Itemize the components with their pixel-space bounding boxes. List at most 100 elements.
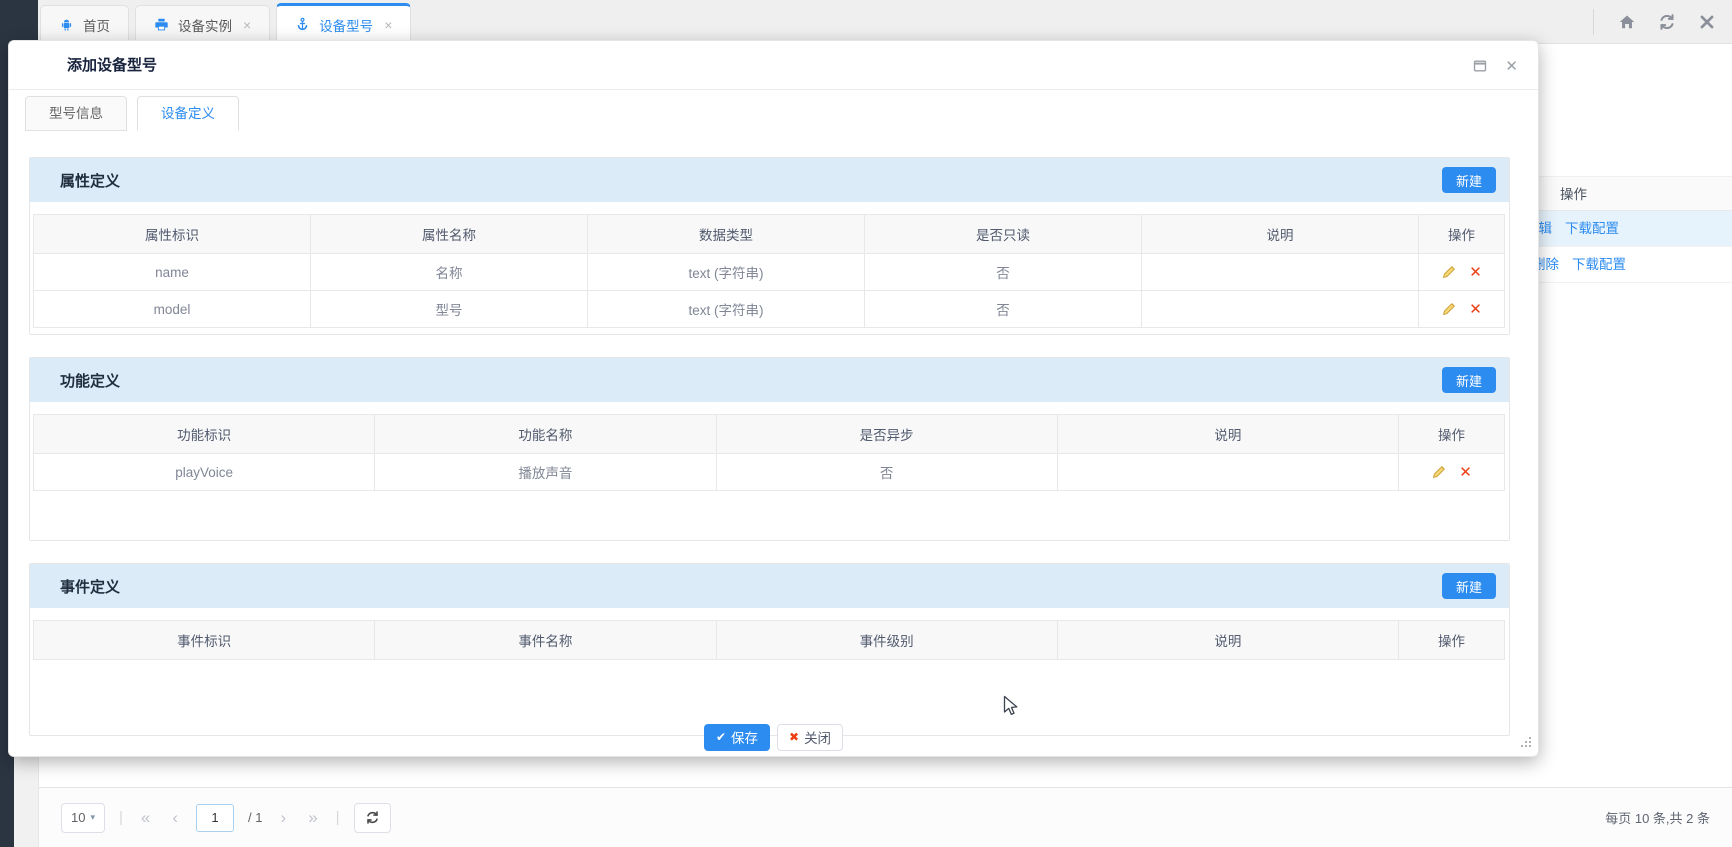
dialog-tab-型号信息[interactable]: 型号信息 <box>25 96 127 131</box>
nav-tab-label: 设备实例 <box>178 18 232 34</box>
maximize-icon[interactable] <box>1473 59 1487 73</box>
column-header: 功能标识 <box>32 414 376 454</box>
table-cell <box>1141 253 1419 291</box>
section-events: 事件定义 新建事件标识 事件名称 事件级别 说明 操作 <box>29 563 1510 736</box>
new-button-events[interactable]: 新建 <box>1442 573 1496 599</box>
table-row: playVoice 播放声音否 ✕ <box>32 453 1505 491</box>
dropdown-arrow-icon: ▾ <box>90 812 95 822</box>
edit-icon[interactable] <box>1441 301 1457 317</box>
first-page-button[interactable]: « <box>137 808 154 828</box>
new-button-attributes[interactable]: 新建 <box>1442 167 1496 193</box>
table-row: name 名称 text (字符串) 否 ✕ <box>33 253 1505 291</box>
ops-link[interactable]: 下载配置 <box>1565 221 1619 236</box>
nav-tab-设备实例[interactable]: 设备实例 × <box>135 5 271 43</box>
sidebar-top-corner <box>0 0 38 44</box>
ops-column-header: 操作 <box>1538 176 1732 211</box>
dialog-footer: ✔ 保存 ✖ 关闭 <box>9 722 1538 752</box>
section-table-wrap: 属性标识 属性名称 数据类型 是否只读 说明 操作 name 名称 text (字符串) 否 ✕ mo… <box>33 214 1505 328</box>
ops-rows: 编辑下载配置编辑删除下载配置 <box>1538 211 1732 283</box>
column-header: 是否只读 <box>864 214 1142 254</box>
resize-handle-icon[interactable] <box>1521 736 1532 751</box>
refresh-icon[interactable] <box>1658 13 1676 31</box>
dialog-body: 属性定义 新建 属性标识 属性名称 数据类型 是否只读 说明 操作 name 名称 text (字符… <box>9 131 1538 736</box>
page-size-value: 10 <box>71 810 86 825</box>
section-header-functions: 功能定义 新建 <box>30 358 1509 402</box>
table-cell: 否 <box>715 453 1058 491</box>
section-table-wrap: 功能标识 功能名称 是否异步 说明 操作 playVoice 播放声音否 ✕ <box>32 414 1505 491</box>
dialog-header: 添加设备型号 ✕ <box>9 41 1538 90</box>
last-page-button[interactable]: » <box>304 808 321 828</box>
section-table-functions: 功能标识 功能名称 是否异步 说明 操作 playVoice 播放声音否 ✕ <box>32 414 1505 491</box>
column-header: 功能名称 <box>374 414 717 454</box>
column-header: 属性名称 <box>310 214 588 254</box>
section-attributes: 属性定义 新建 属性标识 属性名称 数据类型 是否只读 说明 操作 name 名称 text (字符… <box>29 157 1510 335</box>
table-cell: text (字符串) <box>587 253 865 291</box>
save-button[interactable]: ✔ 保存 <box>703 723 770 751</box>
column-header: 事件名称 <box>374 620 717 660</box>
edit-icon[interactable] <box>1431 464 1447 480</box>
table-cell: 否 <box>864 290 1142 328</box>
nav-tab-label: 首页 <box>83 18 110 34</box>
section-table-attributes: 属性标识 属性名称 数据类型 是否只读 说明 操作 name 名称 text (字符串) 否 ✕ mo… <box>33 214 1505 328</box>
column-header: 操作 <box>1418 214 1505 254</box>
column-header: 操作 <box>1398 620 1505 660</box>
close-button[interactable]: ✖ 关闭 <box>777 723 844 751</box>
pagination-separator: | <box>335 809 340 826</box>
refresh-list-button[interactable] <box>353 802 391 833</box>
new-button-functions[interactable]: 新建 <box>1442 367 1496 393</box>
column-header: 事件标识 <box>32 620 376 660</box>
column-header: 数据类型 <box>587 214 865 254</box>
ops-link[interactable]: 编辑 <box>1538 221 1552 236</box>
delete-icon[interactable]: ✕ <box>1459 465 1472 480</box>
nav-tab-设备型号[interactable]: 设备型号 × <box>276 3 412 43</box>
next-page-button[interactable]: › <box>277 808 291 828</box>
dialog-close-icon[interactable]: ✕ <box>1505 57 1518 75</box>
ops-table-row[interactable]: 编辑下载配置 <box>1538 211 1732 247</box>
table-cell: name <box>33 253 311 291</box>
table-cell <box>1141 290 1419 328</box>
nav-tabs: 首页 设备实例 × 设备型号 × <box>40 3 412 43</box>
section-functions: 功能定义 新建 功能标识 功能名称 是否异步 说明 操作 playVoice 播放声音否 ✕ <box>29 357 1510 541</box>
tab-close-icon[interactable]: × <box>243 18 251 32</box>
ops-row-links: 编辑删除下载配置 <box>1538 247 1639 282</box>
ops-cell: ✕ <box>1418 290 1505 328</box>
close-icon[interactable] <box>1698 13 1716 31</box>
dialog-controls: ✕ <box>1473 41 1518 90</box>
printer-icon <box>154 17 169 32</box>
delete-icon[interactable]: ✕ <box>1469 302 1482 317</box>
total-pages-label: / 1 <box>248 810 263 825</box>
dialog-tab-设备定义[interactable]: 设备定义 <box>137 96 239 131</box>
edit-icon[interactable] <box>1441 264 1457 280</box>
screen: 首页设备实例×设备型号× 操作 编辑下载配置编辑删除下载配置 10 ▾ | « … <box>0 0 1732 847</box>
pagination-bar: 10 ▾ | « ‹ / 1 › » | 每页 10 条,共 2 条 <box>39 787 1732 847</box>
ops-cell: ✕ <box>1418 253 1505 291</box>
home-icon[interactable] <box>1618 13 1636 31</box>
delete-icon[interactable]: ✕ <box>1469 265 1482 280</box>
nav-tab-首页[interactable]: 首页 <box>40 5 129 43</box>
ops-link[interactable]: 删除 <box>1538 257 1559 272</box>
page-number-input[interactable] <box>196 803 235 832</box>
android-icon <box>59 17 74 32</box>
ops-table-row[interactable]: 编辑删除下载配置 <box>1538 247 1732 283</box>
table-cell: text (字符串) <box>587 290 865 328</box>
page-size-dropdown[interactable]: 10 ▾ <box>61 802 105 833</box>
table-cell: 否 <box>864 253 1142 291</box>
table-cell: model <box>33 290 311 328</box>
anchor-icon <box>295 17 310 32</box>
column-header: 说明 <box>1056 620 1400 660</box>
table-cell: 型号 <box>310 290 588 328</box>
tab-close-icon[interactable]: × <box>384 18 392 32</box>
table-cell: playVoice <box>32 453 376 491</box>
column-header: 是否异步 <box>715 414 1058 454</box>
row-actions: ✕ <box>1399 454 1504 490</box>
prev-page-button[interactable]: ‹ <box>168 808 182 828</box>
ops-link[interactable]: 下载配置 <box>1572 257 1626 272</box>
close-button-label: 关闭 <box>804 731 832 746</box>
column-header: 事件级别 <box>715 620 1058 660</box>
column-header: 说明 <box>1141 214 1419 254</box>
background-table-fragment: 操作 编辑下载配置编辑删除下载配置 <box>1538 176 1732 283</box>
section-title: 属性定义 <box>60 172 121 190</box>
section-header-events: 事件定义 新建 <box>30 564 1509 608</box>
section-title: 功能定义 <box>60 372 121 390</box>
table-row: model 型号 text (字符串) 否 ✕ <box>33 290 1505 328</box>
